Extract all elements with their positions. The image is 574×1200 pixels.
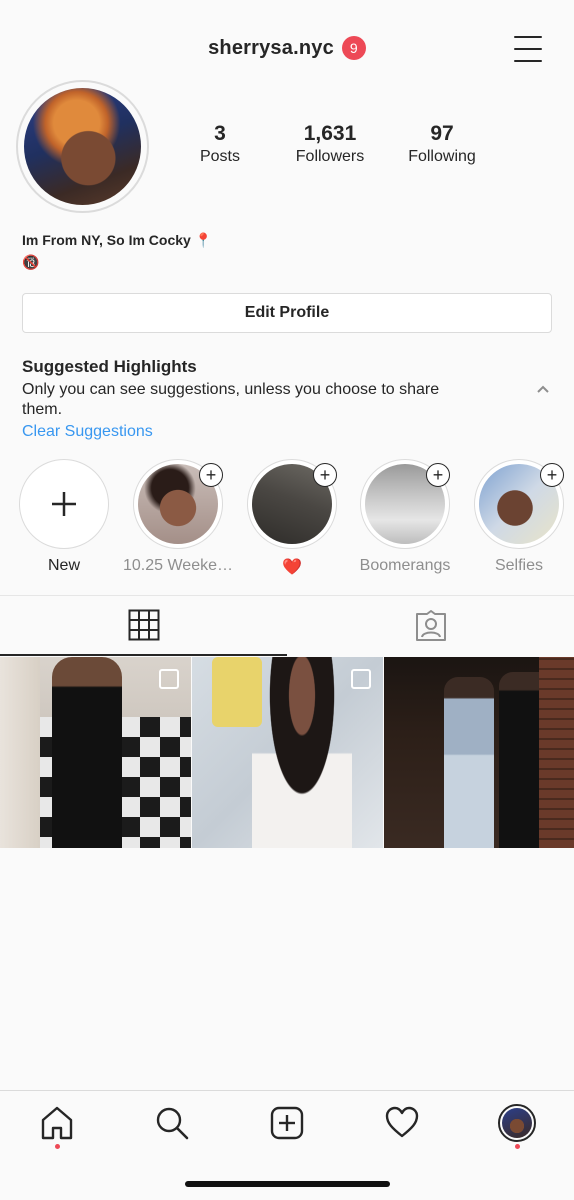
search-icon bbox=[156, 1107, 189, 1140]
notification-dot bbox=[515, 1144, 520, 1149]
clear-suggestions-link[interactable]: Clear Suggestions bbox=[22, 423, 153, 441]
following-value: 97 bbox=[430, 122, 454, 145]
nav-activity[interactable] bbox=[382, 1103, 422, 1143]
highlight-label: 10.25 Weekend bbox=[123, 557, 233, 574]
highlight-item[interactable]: + Selfies bbox=[474, 459, 564, 575]
profile-tab-bar bbox=[0, 595, 574, 656]
menu-icon[interactable] bbox=[514, 36, 544, 62]
profile-avatar[interactable] bbox=[16, 80, 149, 213]
highlight-circle: + bbox=[247, 459, 337, 549]
highlight-label: ❤️ bbox=[282, 559, 302, 576]
profile-stats: 3 Posts 1,631 Followers 97 Following bbox=[165, 122, 495, 182]
tab-grid[interactable] bbox=[0, 596, 287, 656]
home-indicator[interactable] bbox=[185, 1181, 390, 1187]
notification-dot bbox=[55, 1144, 60, 1149]
post-thumbnail[interactable] bbox=[0, 657, 191, 848]
nav-home[interactable] bbox=[37, 1103, 77, 1149]
suggested-highlights-title: Suggested Highlights bbox=[22, 357, 197, 376]
bio-emoji: 🔞 bbox=[22, 254, 40, 270]
posts-grid bbox=[0, 657, 574, 848]
posts-label: Posts bbox=[199, 148, 240, 165]
highlight-label: New bbox=[47, 557, 80, 574]
following-count[interactable]: 97 Following bbox=[387, 122, 497, 166]
posts-value: 3 bbox=[214, 122, 226, 145]
suggested-highlights-description: Only you can see suggestions, unless you… bbox=[22, 381, 440, 418]
profile-photo bbox=[24, 88, 141, 205]
highlight-label: Boomerangs bbox=[359, 557, 451, 574]
add-to-highlight-icon[interactable]: + bbox=[540, 463, 564, 487]
home-icon bbox=[41, 1106, 73, 1140]
post-thumbnail[interactable] bbox=[192, 657, 383, 848]
username-text: sherrysa.nyc bbox=[208, 36, 334, 59]
highlight-new[interactable]: New bbox=[19, 459, 109, 575]
tagged-icon bbox=[415, 610, 446, 641]
highlight-item[interactable]: + Boomerangs bbox=[360, 459, 450, 575]
add-to-highlight-icon[interactable]: + bbox=[313, 463, 337, 487]
followers-label: Followers bbox=[295, 148, 365, 165]
plus-icon bbox=[20, 460, 108, 548]
nav-search[interactable] bbox=[152, 1103, 192, 1143]
post-thumbnail[interactable] bbox=[384, 657, 574, 848]
highlight-circle: + bbox=[133, 459, 223, 549]
followers-count[interactable]: 1,631 Followers bbox=[275, 122, 385, 166]
bio-text: Im From NY, So Im Cocky 📍 bbox=[22, 232, 213, 248]
chevron-up-icon[interactable] bbox=[534, 380, 552, 398]
notification-badge: 9 bbox=[341, 36, 366, 60]
highlight-circle: + bbox=[474, 459, 564, 549]
highlight-new-circle bbox=[19, 459, 109, 549]
multiple-photos-icon bbox=[159, 669, 179, 689]
nav-new-post[interactable] bbox=[267, 1103, 307, 1143]
tab-tagged[interactable] bbox=[287, 596, 574, 656]
add-to-highlight-icon[interactable]: + bbox=[199, 463, 223, 487]
highlight-item[interactable]: + 10.25 Weekend bbox=[123, 459, 233, 575]
grid-icon bbox=[128, 609, 159, 641]
profile-username-header[interactable]: sherrysa.nyc 9 bbox=[0, 36, 574, 60]
highlight-label: Selfies bbox=[494, 557, 544, 574]
followers-value: 1,631 bbox=[303, 122, 357, 145]
edit-profile-button[interactable]: Edit Profile bbox=[22, 293, 552, 333]
nav-profile[interactable] bbox=[497, 1103, 537, 1149]
profile-avatar-icon bbox=[498, 1104, 536, 1142]
heart-icon bbox=[385, 1106, 419, 1138]
following-label: Following bbox=[408, 148, 476, 165]
highlight-item[interactable]: + ❤️ bbox=[247, 459, 337, 577]
highlight-circle: + bbox=[360, 459, 450, 549]
add-post-icon bbox=[270, 1106, 304, 1140]
posts-count[interactable]: 3 Posts bbox=[165, 122, 275, 166]
add-to-highlight-icon[interactable]: + bbox=[426, 463, 450, 487]
multiple-photos-icon bbox=[351, 669, 371, 689]
